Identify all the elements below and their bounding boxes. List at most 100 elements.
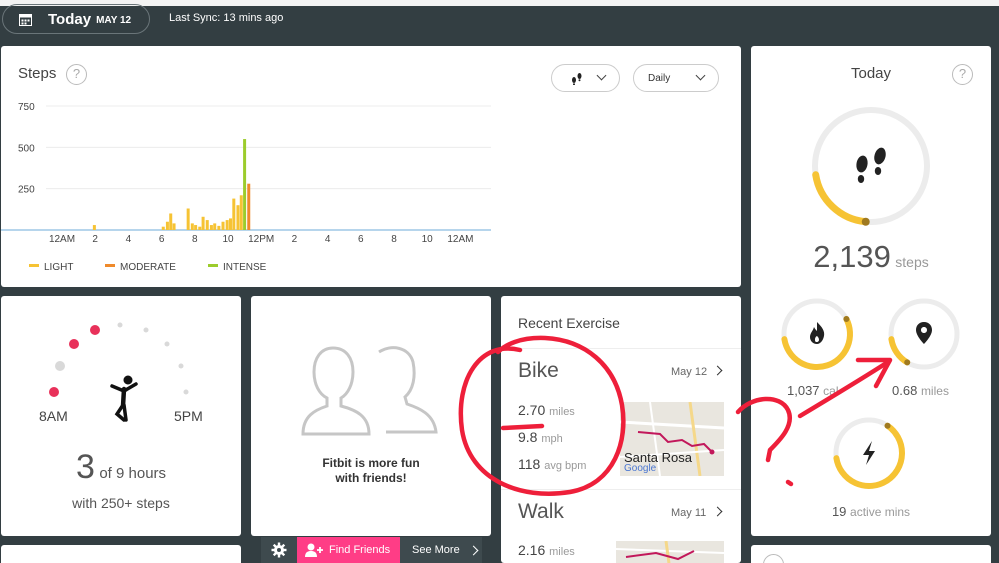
steps-bar <box>217 225 221 230</box>
steps-bar <box>236 205 240 230</box>
today-help-icon[interactable]: ? <box>952 64 973 85</box>
map-brand-label: Google <box>624 463 657 474</box>
steps-bar <box>221 221 225 230</box>
x-tick-label: 12AM <box>447 234 473 245</box>
x-tick-label: 4 <box>325 234 331 245</box>
x-tick-label: 12AM <box>49 234 75 245</box>
steps-bar <box>205 220 209 230</box>
steps-count: 2,139 steps <box>751 239 991 275</box>
route-map-graphic <box>616 541 724 563</box>
hourly-start-label: 8AM <box>39 408 68 424</box>
date-selector[interactable]: Today MAY 12 <box>2 4 150 34</box>
steps-bar <box>190 223 194 230</box>
add-friend-icon <box>305 543 323 557</box>
x-tick-label: 8 <box>192 234 198 245</box>
x-tick-label: 8 <box>391 234 397 245</box>
hourly-activity-card: 8AM 5PM 3 of 9 hours with 250+ steps <box>1 296 241 536</box>
settings-button[interactable] <box>261 537 297 563</box>
legend-swatch <box>208 264 218 267</box>
distance-progress-ring[interactable] <box>882 292 966 376</box>
legend-swatch <box>105 264 115 267</box>
lightning-icon <box>863 441 875 465</box>
find-friends-label: Find Friends <box>329 544 391 556</box>
chevron-right-icon <box>712 365 723 376</box>
steps-bar <box>213 223 217 230</box>
flame-icon <box>810 322 825 344</box>
hourly-count: 3 of 9 hours <box>1 448 241 487</box>
steps-bar <box>228 218 232 230</box>
steps-bar <box>239 195 243 230</box>
active-unit: active mins <box>850 505 911 519</box>
see-more-label: See More <box>412 544 460 556</box>
exercise-route-map[interactable] <box>616 541 724 563</box>
see-more-button[interactable]: See More <box>400 537 482 563</box>
steps-bar <box>201 216 205 230</box>
calories-count: 1,037 cal <box>787 383 839 398</box>
calories-progress-ring[interactable] <box>775 292 859 376</box>
x-tick-label: 10 <box>422 234 434 245</box>
calendar-icon <box>19 13 32 26</box>
x-tick-label: 6 <box>159 234 165 245</box>
steps-bar <box>169 213 173 230</box>
chevron-right-icon <box>468 545 479 555</box>
steps-bar <box>225 220 229 230</box>
active-minutes-progress-ring[interactable] <box>827 411 911 495</box>
bottom-card-right <box>751 545 991 563</box>
x-tick-label: 12PM <box>248 234 274 245</box>
x-tick-label: 6 <box>358 234 364 245</box>
y-tick-label: 500 <box>18 143 35 154</box>
steps-bar <box>209 225 213 230</box>
friends-action-bar: Find Friends See More <box>261 537 482 563</box>
calories-unit: cal <box>823 384 839 398</box>
exercise-name: Walk <box>518 500 564 523</box>
friends-silhouette-icon <box>301 346 438 436</box>
recent-exercise-title: Recent Exercise <box>518 315 620 331</box>
exercise-stat: 2.70 miles <box>518 402 575 418</box>
steps-bar <box>247 183 251 230</box>
gear-icon <box>271 542 287 558</box>
bottom-card-help-icon[interactable] <box>763 554 784 563</box>
dashboard-header: Today MAY 12 Last Sync: 13 mins ago <box>0 4 999 38</box>
distance-unit: miles <box>920 384 949 398</box>
steps-bar <box>198 226 202 230</box>
steps-chart-card: Steps ? Daily 750 500 250 12AM 2 4 6 8 10 12PM 2 4 6… <box>1 46 741 287</box>
find-friends-button[interactable]: Find Friends <box>297 537 400 563</box>
exercise-item-bike[interactable]: Bike May 12 2.70 miles 9.8 mph 118 avg b… <box>501 348 741 488</box>
friends-text: Fitbit is more fun with friends! <box>251 456 491 486</box>
exercise-stat: 9.8 mph <box>518 429 563 445</box>
recent-exercise-card: Recent Exercise Bike May 12 2.70 miles 9… <box>501 296 741 563</box>
last-sync-text: Last Sync: 13 mins ago <box>169 12 284 24</box>
location-pin-icon <box>916 322 932 344</box>
steps-bar <box>194 225 198 230</box>
x-tick-label: 10 <box>222 234 234 245</box>
steps-unit: steps <box>895 254 929 270</box>
bottom-card-left <box>1 545 241 563</box>
legend-label: LIGHT <box>44 262 73 273</box>
chevron-right-icon <box>712 506 723 517</box>
exercise-route-map[interactable]: Santa Rosa Google <box>620 402 724 476</box>
exercise-name: Bike <box>518 359 559 382</box>
date-label: MAY 12 <box>96 15 132 26</box>
steps-bar-chart: 750 500 250 12AM 2 4 6 8 10 12PM 2 4 6 8 10 12AM LIGHT MO… <box>1 102 491 273</box>
friends-text-line1: Fitbit is more fun <box>322 456 420 470</box>
exercise-item-walk[interactable]: Walk May 11 2.16 miles <box>501 489 741 563</box>
today-summary-card: Today ? 2,139 steps 1,037 cal 0.68 miles <box>751 46 991 536</box>
legend-label: MODERATE <box>120 262 176 273</box>
active-minutes-count: 19 active mins <box>751 504 991 519</box>
steps-bar <box>92 225 96 230</box>
x-tick-label: 2 <box>292 234 298 245</box>
steps-bar <box>243 139 247 230</box>
hours-met-value: 3 <box>75 448 95 486</box>
exercise-stat: 118 avg bpm <box>518 456 587 472</box>
exercise-stat: 2.16 miles <box>518 542 575 558</box>
hours-total: of 9 hours <box>99 465 167 482</box>
steps-bar <box>172 223 176 230</box>
distance-count: 0.68 miles <box>892 383 949 398</box>
person-activity-icon <box>110 375 138 422</box>
calories-value: 1,037 <box>787 383 820 398</box>
active-value: 19 <box>831 504 847 519</box>
legend-swatch <box>29 264 39 267</box>
steps-progress-ring[interactable] <box>801 96 941 236</box>
y-tick-label: 750 <box>18 102 35 113</box>
exercise-date: May 12 <box>671 366 708 378</box>
